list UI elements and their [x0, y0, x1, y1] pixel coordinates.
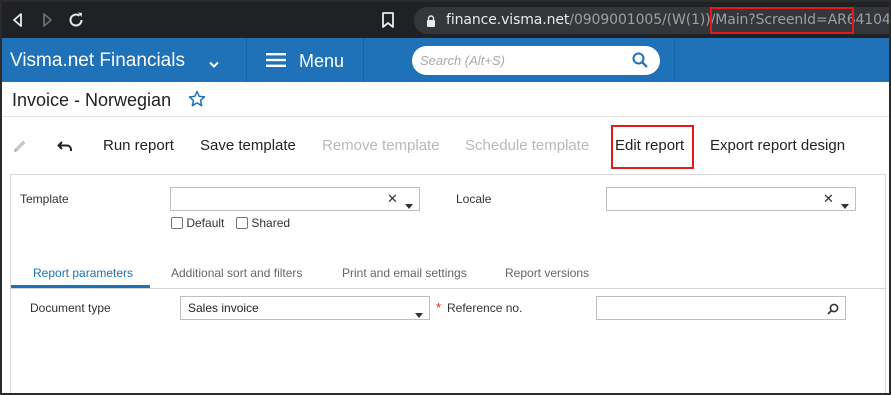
screenshot-frame: finance.visma.net/0909001005/(W(1))/Main…: [0, 0, 891, 395]
menu-button[interactable]: Menu: [248, 38, 363, 82]
search-placeholder: Search (Alt+S): [420, 53, 505, 68]
tab-additional-sort-and-filters[interactable]: Additional sort and filters: [171, 266, 302, 280]
hamburger-icon: [266, 53, 286, 67]
pencil-icon[interactable]: [12, 138, 28, 154]
active-tab-indicator: [11, 285, 150, 288]
page-title: Invoice - Norwegian: [12, 90, 172, 110]
shared-label: Shared: [251, 216, 291, 230]
bookmark-icon[interactable]: [380, 11, 396, 29]
browser-toolbar: finance.visma.net/0909001005/(W(1))/Main…: [2, 2, 889, 38]
reload-icon[interactable]: [66, 10, 86, 30]
star-icon[interactable]: [188, 90, 206, 108]
chevron-down-icon[interactable]: [841, 197, 849, 209]
header-divider: [674, 38, 675, 82]
lock-icon: [426, 14, 436, 27]
locale-select[interactable]: ✕: [606, 187, 856, 211]
clear-icon[interactable]: ✕: [823, 192, 834, 207]
clear-icon[interactable]: ✕: [387, 192, 398, 207]
locale-label: Locale: [456, 192, 492, 206]
template-select[interactable]: ✕: [170, 187, 420, 211]
required-marker: *: [436, 300, 442, 315]
chevron-down-icon[interactable]: [415, 306, 423, 318]
search-input[interactable]: Search (Alt+S): [412, 46, 660, 75]
chevron-down-icon[interactable]: [405, 197, 413, 209]
app-header: Visma.net Financials Menu Search (Alt+S): [2, 38, 889, 82]
default-label: Default: [186, 216, 225, 230]
search-icon[interactable]: [632, 52, 648, 68]
checkbox-box[interactable]: [171, 217, 183, 229]
checkbox-box[interactable]: [236, 217, 248, 229]
reference-no-label: Reference no.: [447, 301, 523, 315]
document-type-label: Document type: [30, 301, 111, 315]
tab-print-and-email-settings[interactable]: Print and email settings: [342, 266, 467, 280]
chevron-down-icon[interactable]: [209, 56, 219, 68]
report-form: Template ✕ Default Shared Locale ✕ Repor…: [10, 174, 886, 393]
brand-name[interactable]: Visma.net Financials: [10, 50, 185, 72]
tab-report-versions[interactable]: Report versions: [505, 266, 589, 280]
tab-bar: Report parameters Additional sort and fi…: [11, 259, 885, 289]
tab-report-parameters[interactable]: Report parameters: [33, 266, 133, 280]
export-report-design-button[interactable]: Export report design: [710, 137, 845, 154]
reference-no-input[interactable]: [596, 296, 846, 320]
save-template-button[interactable]: Save template: [200, 137, 296, 154]
document-type-select[interactable]: Sales invoice: [180, 296, 430, 320]
header-divider: [246, 38, 247, 82]
url-host: finance.visma.net: [446, 12, 570, 28]
header-divider: [363, 38, 364, 82]
search-icon[interactable]: [827, 302, 839, 315]
forward-icon[interactable]: [37, 10, 57, 30]
back-icon[interactable]: [8, 10, 28, 30]
page-titlebar: Invoice - Norwegian: [2, 82, 889, 117]
document-type-value: Sales invoice: [188, 301, 259, 315]
edit-report-highlight-box: [611, 125, 694, 169]
default-checkbox[interactable]: Default: [171, 216, 224, 230]
schedule-template-button[interactable]: Schedule template: [465, 137, 589, 154]
template-label: Template: [20, 192, 69, 206]
screen-id-highlight-box: [710, 7, 854, 34]
shared-checkbox[interactable]: Shared: [236, 216, 290, 230]
undo-icon[interactable]: [57, 138, 73, 154]
report-toolbar: Run report Save template Remove template…: [2, 118, 889, 174]
remove-template-button[interactable]: Remove template: [322, 137, 440, 154]
run-report-button[interactable]: Run report: [103, 137, 174, 154]
menu-label: Menu: [299, 51, 345, 71]
